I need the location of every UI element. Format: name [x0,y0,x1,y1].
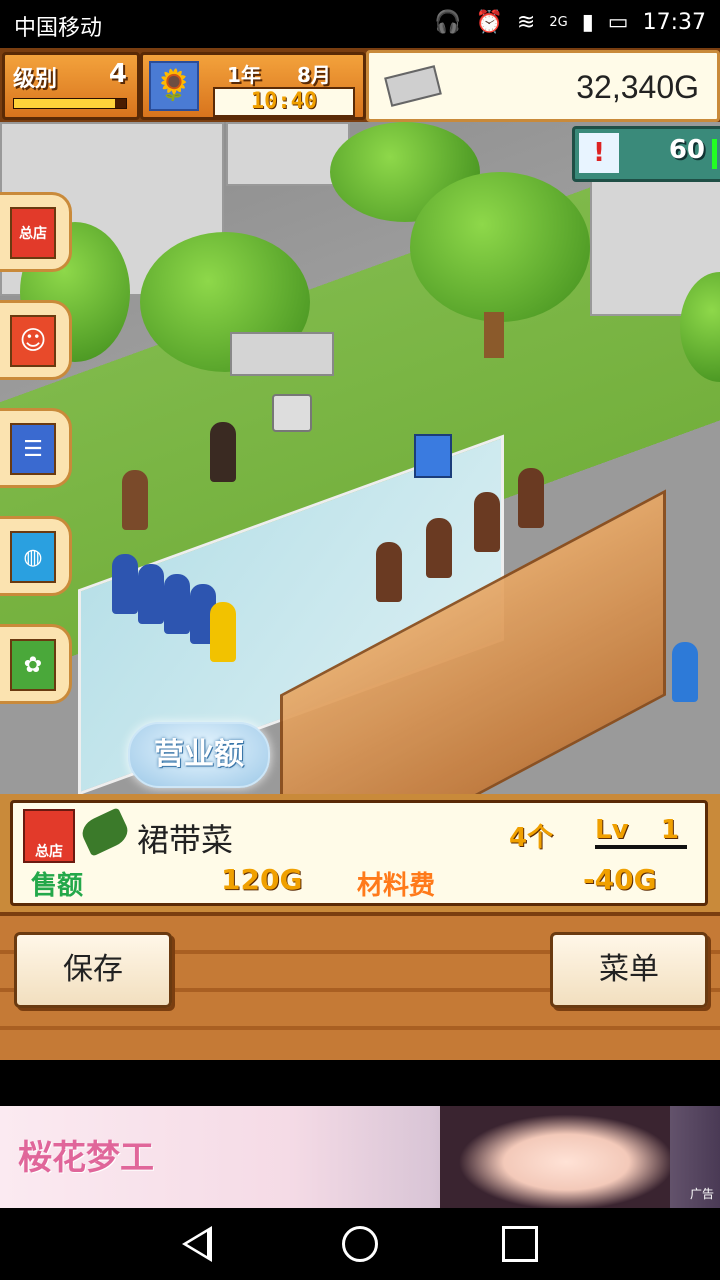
stock-pot [272,394,312,432]
level-progress-bar [13,98,127,109]
money-value: 32,340G [576,69,699,105]
level-value: 4 [108,59,127,89]
customer-seated[interactable] [426,518,452,578]
tree [410,172,590,322]
tree-trunk [484,312,504,358]
attraction-bar [712,139,717,169]
ingredient-cost-label: 材料费 [357,871,436,901]
year-label: 1年 [227,63,261,87]
ad-banner[interactable]: 桜花梦工 广告 [0,1106,720,1208]
network-type: 2G [549,15,568,30]
carrier-name: 中国移动 [14,16,103,41]
bottom-bar: 保存 菜单 [0,912,720,1060]
navigation-bar [0,1208,720,1280]
battery-icon: ▭ [607,10,629,35]
customer-seated[interactable] [518,468,544,528]
customer-seated[interactable] [474,492,500,552]
ad-character-image [440,1106,670,1208]
customer-seated[interactable] [376,542,402,602]
exhaust-hood [230,332,334,376]
signal-icon: ▮ [581,10,594,35]
sales-bubble[interactable]: 营业额 [128,722,270,788]
save-button[interactable]: 保存 [14,932,172,1008]
dish-level-prefix: Lv [595,815,629,845]
chef[interactable] [210,422,236,482]
status-time: 17:37 [642,10,706,35]
game-field[interactable]: ! 60 总店 ☺ ☰ ◍ ✿ 营业额 [0,122,720,794]
dish-count: 4个 [509,823,554,853]
staff-icon: ☺ [10,315,56,367]
sunflower-icon: 🌻 [149,61,199,111]
menu-button[interactable]: 菜单 [550,932,708,1008]
level-panel[interactable]: 级别 4 [2,52,140,120]
dish-info-card[interactable]: 总店 裙带菜 4个 Lv 1 售额 120G 材料费 -40G [10,800,708,906]
sell-price-label: 售额 [31,871,84,901]
chef[interactable] [122,470,148,530]
recent-apps-icon[interactable] [502,1226,538,1262]
level-progress-fill [14,99,115,108]
alarm-icon: ⏰ [475,10,503,35]
attraction-value: 60 [668,135,705,165]
level-label: 级别 [13,67,58,92]
ingredients-icon: ✿ [10,639,56,691]
alert-icon: ! [579,133,619,173]
status-bar: 中国移动 🎧 ⏰ ≋ 2G ▮ ▭ 17:37 [0,0,720,48]
seaweed-icon [77,807,133,857]
customer[interactable] [164,574,190,634]
home-icon[interactable] [342,1226,378,1262]
ad-logo: 桜花梦工 [18,1138,154,1178]
shop-badge: 总店 [23,809,75,863]
dish-name: 裙带菜 [137,822,234,858]
menu-board-icon: ☰ [10,423,56,475]
side-button-staff[interactable]: ☺ [0,300,72,380]
pot-icon: ◍ [10,531,56,583]
side-button-cooking[interactable]: ◍ [0,516,72,596]
customer[interactable] [138,564,164,624]
sell-price-value: 120G [221,863,303,896]
dish-level-value: 1 [660,815,679,845]
money-bill-icon [384,65,442,107]
ingredient-cost-value: -40G [583,863,657,896]
back-icon[interactable] [182,1226,212,1262]
ad-tag: 广告 [689,1187,714,1201]
dish-level: Lv 1 [595,815,687,849]
customer[interactable] [210,602,236,662]
month-label: 8月 [297,63,331,87]
game-clock: 10:40 [213,87,355,117]
side-button-menu-board[interactable]: ☰ [0,408,72,488]
side-button-shop[interactable]: 总店 [0,192,72,272]
shop-icon: 总店 [10,207,56,259]
sales-bubble-label: 营业额 [154,737,244,772]
attraction-meter[interactable]: ! 60 [572,126,720,182]
money-panel: 32,340G [366,50,720,122]
customer[interactable] [112,554,138,614]
pedestrian[interactable] [672,642,698,702]
chair [414,434,452,478]
date-panel[interactable]: 🌻 1年 8月 10:40 [140,52,366,120]
status-icons: 🎧 ⏰ ≋ 2G ▮ ▭ 17:37 [434,10,706,35]
headphones-icon: 🎧 [434,10,462,35]
top-hud: 级别 4 🌻 1年 8月 10:40 32,340G [0,48,720,122]
wifi-icon: ≋ [516,10,536,35]
side-button-ingredients[interactable]: ✿ [0,624,72,704]
dish-info-panel: 总店 裙带菜 4个 Lv 1 售额 120G 材料费 -40G [0,794,720,912]
